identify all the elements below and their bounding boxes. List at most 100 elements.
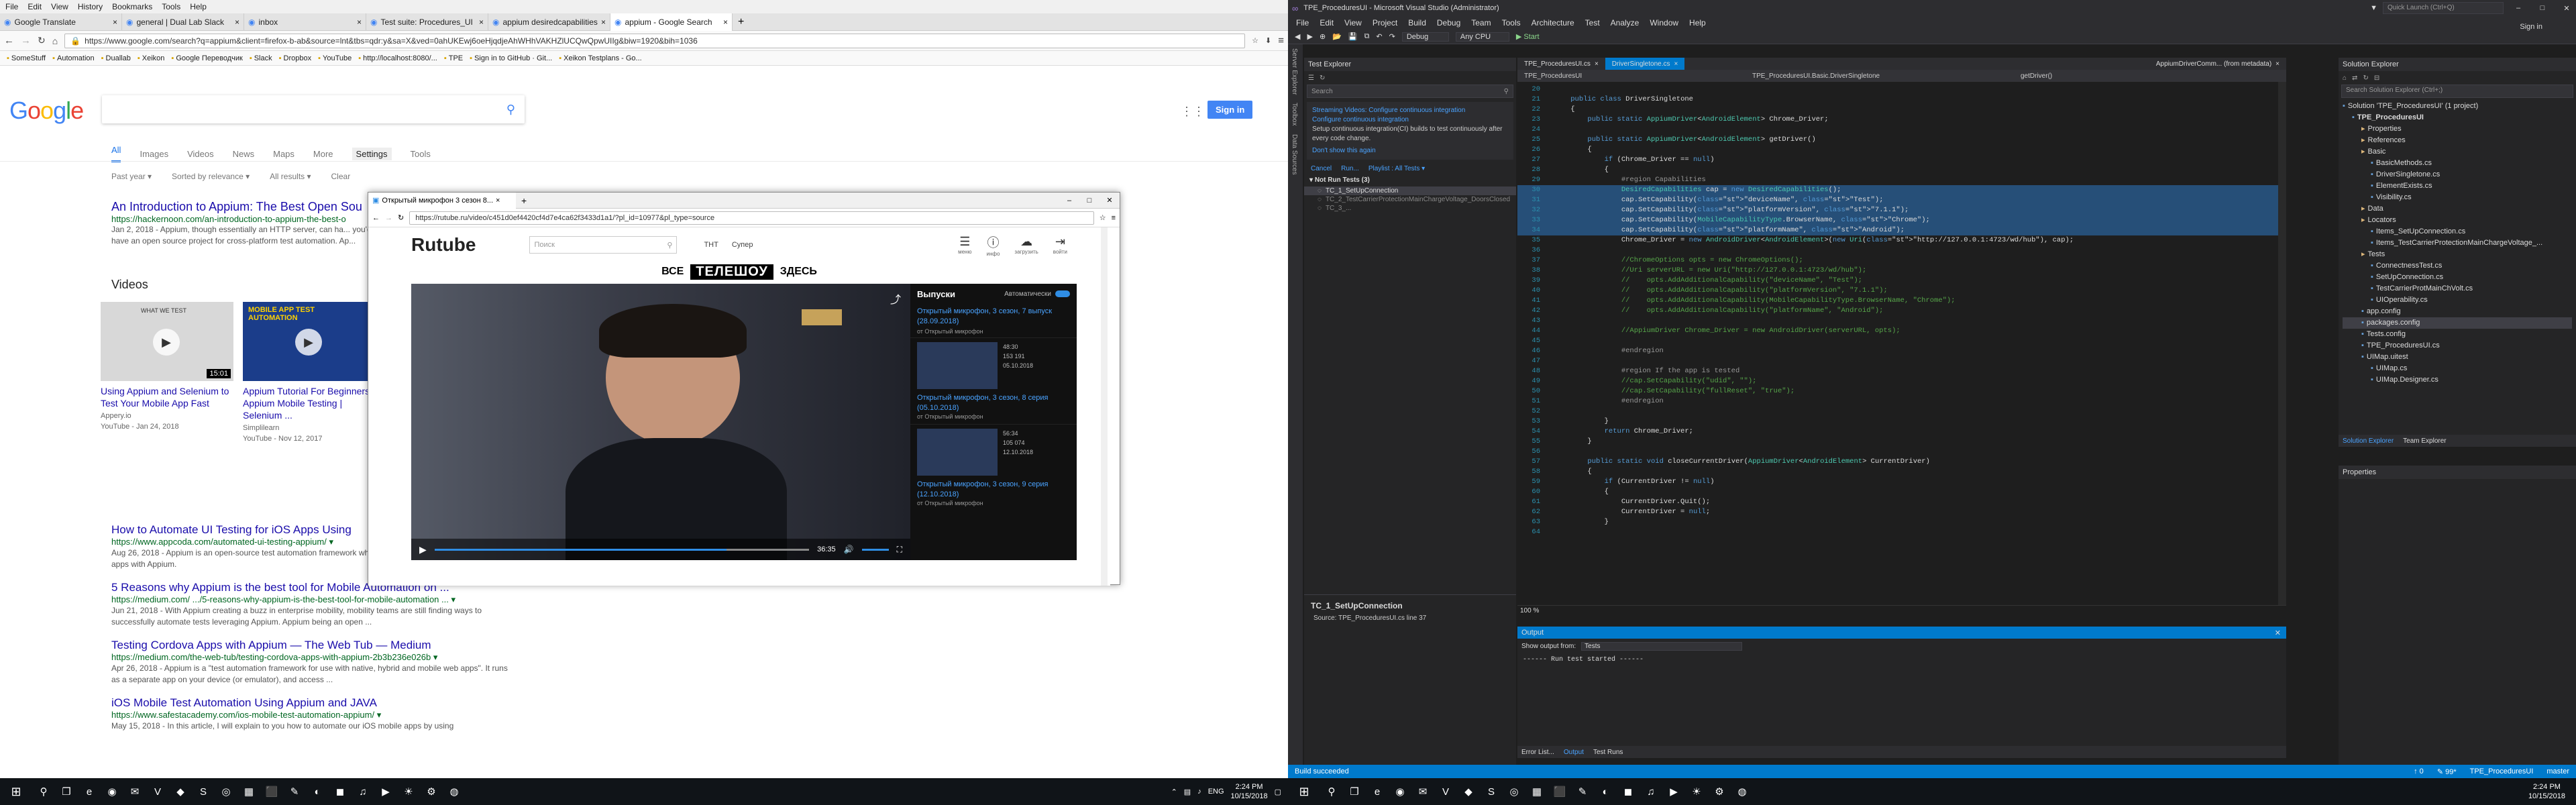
close-icon[interactable]: × (2275, 60, 2279, 68)
google-tab[interactable]: Images (140, 149, 168, 159)
bottom-tab[interactable]: Error List... (1521, 749, 1554, 756)
browser-tab[interactable]: ◉ Google Translate × (0, 13, 122, 31)
seek-bar[interactable] (434, 548, 810, 551)
taskbar-app-icon[interactable]: ♫ (352, 782, 374, 802)
taskbar-app-icon[interactable]: ◆ (169, 782, 192, 802)
google-tab[interactable]: Settings (352, 147, 392, 160)
close-icon[interactable]: × (235, 17, 239, 27)
taskbar-app-icon[interactable]: ▶ (1662, 782, 1685, 802)
close-icon[interactable]: ✕ (2275, 629, 2281, 637)
code-line[interactable]: 57 public static void closeCurrentDriver… (1517, 457, 2286, 467)
search-icon[interactable]: ⚲ (1504, 88, 1509, 95)
test-action[interactable]: Cancel (1311, 165, 1332, 172)
code-line[interactable]: 64 (1517, 527, 2286, 537)
maximize-icon[interactable]: □ (2533, 4, 2552, 12)
menu-item[interactable]: Tools (162, 2, 180, 11)
bookmark-item[interactable]: ▪ Xeikon (138, 54, 165, 62)
ci-banner-title[interactable]: Streaming Videos: Configure continuous i… (1312, 106, 1508, 115)
close-icon[interactable]: × (496, 197, 500, 205)
solution-item[interactable]: ▸ Properties (2343, 123, 2572, 135)
solution-item[interactable]: ▪ app.config (2343, 306, 2572, 317)
solution-item[interactable]: ▪ UIMap.uitest (2343, 352, 2572, 363)
google-tab[interactable]: Tools (411, 149, 431, 159)
playlist-item[interactable]: 56:34 105 074 12.10.2018 (910, 424, 1077, 480)
taskbar-app-icon[interactable]: ⬛ (260, 782, 283, 802)
test-search[interactable]: Search ⚲ (1307, 85, 1513, 98)
filter-dropdown[interactable]: Past year ▾ (111, 172, 152, 181)
test-item[interactable]: ◌ TC_3_... (1304, 204, 1516, 213)
sync-icon[interactable]: ⇄ (2352, 74, 2357, 82)
close-icon[interactable]: × (1595, 60, 1599, 68)
rutube-popup-window[interactable]: ▣ Открытый микрофон 3 сезон 8... × + – □ ✕… (368, 192, 1120, 586)
editor-scrollbar[interactable] (2278, 82, 2286, 605)
apps-grid-icon[interactable]: ⋮⋮ (1181, 105, 1205, 119)
code-line[interactable]: 37 //ChromeOptions opts = new ChromeOpti… (1517, 256, 2286, 266)
language-indicator[interactable]: ENG (1208, 788, 1224, 796)
close-icon[interactable]: × (357, 17, 362, 27)
bookmark-item[interactable]: ▪ Xeikon Testplans - Go... (559, 54, 642, 62)
taskbar-app-icon[interactable]: ◉ (1389, 782, 1411, 802)
editor-tab[interactable]: AppiumDriverComm... (from metadata) × (2149, 58, 2286, 70)
code-line[interactable]: 60 { (1517, 487, 2286, 497)
new-tab-icon[interactable]: + (521, 195, 527, 206)
code-line[interactable]: 38 //Uri serverURL = new Uri("http://127… (1517, 266, 2286, 276)
data-sources-tab[interactable]: Data Sources (1288, 130, 1301, 179)
video-title[interactable]: Appium Tutorial For Beginners | Appium M… (243, 385, 376, 421)
menu-item[interactable]: View (51, 2, 68, 11)
code-line[interactable]: 48 #region If the app is tested (1517, 366, 2286, 376)
solution-item[interactable]: ▪ DriverSingletone.cs (2343, 169, 2572, 180)
popup-url-bar[interactable]: https://rutube.ru/video/c451d0ef4420cf4d… (409, 211, 1094, 225)
test-item[interactable]: ◌ TC_1_SetUpConnection (1304, 186, 1516, 195)
volume-slider[interactable] (861, 548, 889, 551)
code-line[interactable]: 59 if (CurrentDriver != null) (1517, 477, 2286, 487)
code-line[interactable]: 51 #endregion (1517, 396, 2286, 407)
code-line[interactable]: 34 cap.SetCapability(class="st">"platfor… (1517, 225, 2286, 235)
nav-member[interactable]: getDriver() (2021, 72, 2052, 80)
minimize-icon[interactable]: – (1059, 197, 1079, 205)
bottom-tab[interactable]: Output (1564, 749, 1584, 756)
vs-menu-item[interactable]: Test (1585, 18, 1600, 28)
windows-start-icon[interactable]: ⊞ (0, 782, 32, 802)
filter-dropdown[interactable]: All results ▾ (270, 172, 311, 181)
downloads-icon[interactable]: ⬇ (1265, 36, 1271, 45)
taskbar-app-icon[interactable]: e (1366, 782, 1389, 802)
browser-tab[interactable]: ◉ general | Dual Lab Slack × (122, 13, 244, 31)
code-line[interactable]: 28 { (1517, 165, 2286, 175)
search-icon[interactable]: ⚲ (667, 241, 672, 250)
code-line[interactable]: 23 public static AppiumDriver<AndroidEle… (1517, 115, 2286, 125)
filter-icon[interactable]: ▼ (2370, 4, 2377, 12)
bookmark-item[interactable]: ▪ SomeStuff (7, 54, 46, 62)
video-player[interactable]: ⤴ ▶ 36:35 🔊 ⛶ (411, 284, 910, 560)
solution-item[interactable]: ▪ Visibility.cs (2343, 192, 2572, 203)
taskbar-app-icon[interactable]: V (1434, 782, 1457, 802)
solution-search[interactable]: Search Solution Explorer (Ctrl+;) (2341, 85, 2573, 98)
bookmark-star-icon[interactable]: ☆ (1099, 213, 1106, 222)
task-view-icon[interactable]: ❐ (1343, 782, 1366, 802)
taskbar-app-icon[interactable]: ◐ (306, 782, 329, 802)
edits-count[interactable]: ✎ 99* (2437, 767, 2457, 776)
search-icon[interactable]: ⚲ (1320, 782, 1343, 802)
solution-item[interactable]: ▸ Data (2343, 203, 2572, 215)
code-line[interactable]: 27 if (Chrome_Driver == null) (1517, 155, 2286, 165)
header-icon-button[interactable]: ☁ загрузить (1014, 235, 1038, 255)
close-icon[interactable]: × (1674, 60, 1678, 68)
vs-menu-item[interactable]: Debug (1437, 18, 1460, 28)
code-lines[interactable]: 20 21 public class DriverSingletone 22 {23… (1517, 82, 2286, 597)
solution-item[interactable]: ▪ TestCarrierProtMainChVolt.cs (2343, 283, 2572, 294)
editor-tab[interactable]: DriverSingletone.cs × (1605, 58, 1685, 70)
taskbar-app-icon[interactable]: ▦ (1525, 782, 1548, 802)
taskbar-app-icon[interactable]: e (78, 782, 101, 802)
google-search-box[interactable]: ⚲ (102, 95, 525, 123)
browser-tab[interactable]: ◉ inbox × (244, 13, 366, 31)
vs-menu-item[interactable]: Architecture (1532, 18, 1574, 28)
taskbar-app-icon[interactable]: ☀ (397, 782, 420, 802)
solution-footer-tab[interactable]: Solution Explorer (2343, 437, 2394, 445)
new-tab-icon[interactable]: + (738, 16, 744, 28)
task-view-icon[interactable]: ❐ (55, 782, 78, 802)
close-window-icon[interactable]: ✕ (2557, 4, 2576, 13)
browser-tab[interactable]: ◉Test suite: Procedures_UI (Suite× (366, 13, 488, 31)
vs-menu-item[interactable]: View (1344, 18, 1362, 28)
nav-project[interactable]: TPE_ProceduresUI (1524, 72, 1725, 80)
bookmark-item[interactable]: ▪ Dropbox (279, 54, 311, 62)
result-title[interactable]: Testing Cordova Apps with Appium — The W… (111, 639, 514, 652)
